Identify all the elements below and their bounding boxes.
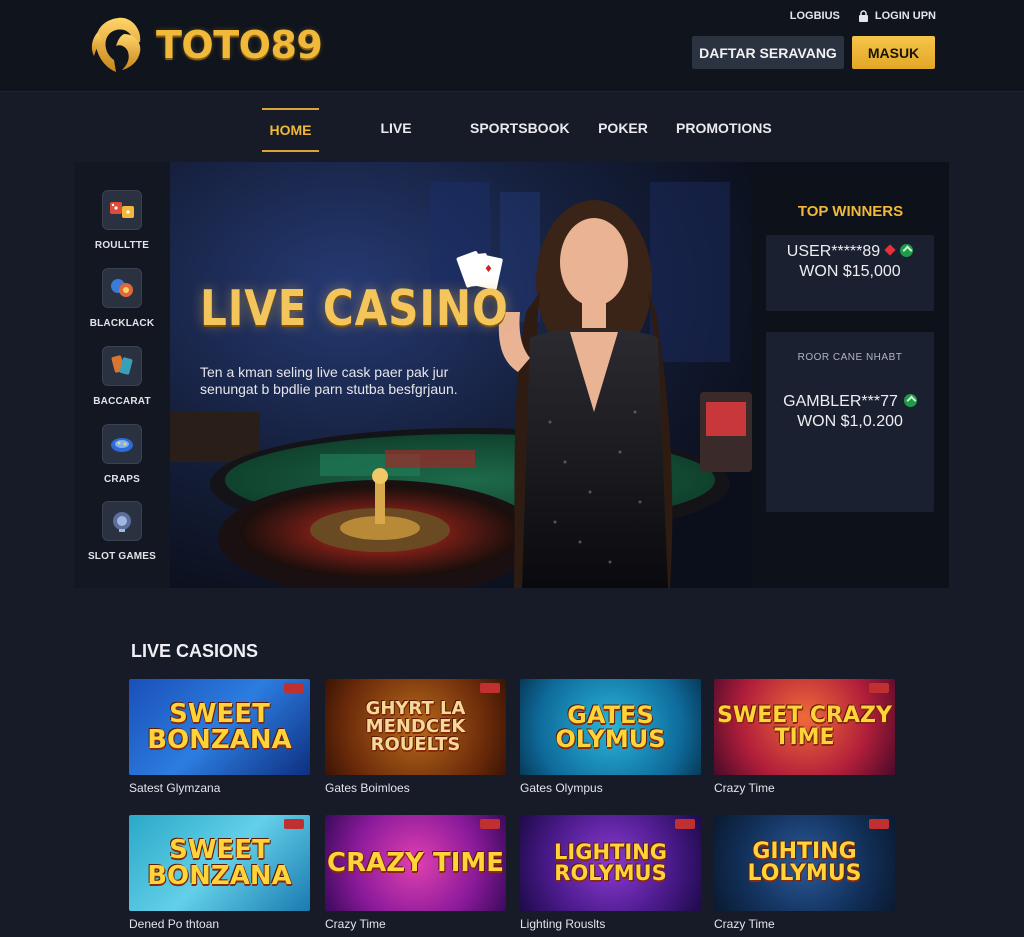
category-label: SLOT GAMES [87,551,157,562]
top-link-login[interactable]: LOGIN UPN [858,10,936,22]
game-label: Satest Glymzana [129,781,221,795]
winner-card-subtitle: ROOR CANE NHABT [797,352,903,363]
craps-table-icon [102,424,142,464]
brand-logo[interactable]: TOTO89 [88,12,323,78]
game-label: Gates Olympus [520,781,603,795]
game-label: Crazy Time [714,781,775,795]
game-art-title: GIHTING LOLYMUS [747,839,862,886]
coin-icon [903,394,917,407]
nav-sportsbook[interactable]: SPORTSBOOK [470,108,570,152]
game-thumbnail: LIGHTING ROLYMUS [520,815,701,911]
winner-amount: WON $15,000 [799,263,901,280]
game-thumbnail: SWEET BONZANA [129,679,310,775]
svg-text:♦: ♦ [484,264,493,275]
game-label: Crazy Time [714,917,775,931]
winner-username: GAMBLER***77 [783,393,898,410]
brand-name: TOTO89 [156,23,323,67]
badge-icon [284,819,304,829]
game-thumbnail: GATES OLYMUS [520,679,701,775]
game-thumbnail: SWEET BONZANA [129,815,310,911]
category-label: CRAPS [103,474,140,485]
banner-description: Ten a kman seling live cask paer pak jur… [200,364,490,398]
winner-card: USER*****89 WON $15,000 [766,235,934,311]
banner-title: LIVE CASINO [200,280,509,337]
category-baccarat[interactable]: BACCARAT [74,346,170,407]
category-roulette[interactable]: ROULLTTE [74,190,170,251]
game-card[interactable]: CRAZY TIME Crazy Time [325,815,506,931]
game-card[interactable]: SWEET BONZANA Satest Glymzana [129,679,310,795]
game-art-title: GHYRT LA MENDCEK ROUELTS [365,698,466,755]
winner-card: ROOR CANE NHABT GAMBLER***77 WON $1,0.20… [766,332,934,512]
diamond-icon [884,244,896,256]
badge-icon [675,819,695,829]
game-thumbnail: CRAZY TIME [325,815,506,911]
badge-icon [869,819,889,829]
nav-promotions[interactable]: PROMOTIONS [676,108,772,152]
category-sidebar: ROULLTTE BLACKLACK BACCARAT CRAPS SLOT G… [74,162,170,588]
top-links: LOGBIUS LOGIN UPN [790,10,936,22]
game-label: Lighting Rouslts [520,917,606,931]
chips-icon [102,268,142,308]
category-label: BLACKLACK [89,318,155,329]
category-slot-games[interactable]: SLOT GAMES [74,501,170,562]
nav-live-casino[interactable]: LIVE CASINO [352,108,440,176]
game-card[interactable]: SWEET CRAZY TIME Crazy Time [714,679,895,795]
winner-username: USER*****89 [786,243,881,260]
banner-description-line: Ten a kman seling live cask paer pak jur [200,364,449,380]
section-title: LIVE CASIONS [131,641,259,661]
badge-icon [480,819,500,829]
game-art-title: CRAZY TIME [327,848,504,878]
game-label: Gates Boimloes [325,781,410,795]
badge-icon [869,683,889,693]
lock-icon [858,10,868,22]
banner-description-line: senungat b bpdlie parn stutba besfgrjaun… [200,381,458,397]
winner-user: GAMBLER***77 [766,393,934,411]
badge-icon [284,683,304,693]
game-card[interactable]: GATES OLYMUS Gates Olympus [520,679,701,795]
game-thumbnail: GIHTING LOLYMUS [714,815,895,911]
top-link-label: LOGIN UPN [874,10,936,22]
winner-user: USER*****89 [766,243,934,261]
category-label: BACCARAT [93,396,151,407]
game-label: Crazy Time [325,917,386,931]
top-link-label: LOGBIUS [789,10,840,22]
game-card[interactable]: LIGHTING ROLYMUS Lighting Rouslts [520,815,701,931]
login-button[interactable]: MASUK [852,36,935,69]
top-header: TOTO89 LOGBIUS LOGIN UPN DAFTAR SERAVANG… [0,0,1024,92]
top-link-logbius[interactable]: LOGBIUS [790,10,840,22]
nav-poker[interactable]: POKER [596,108,650,152]
game-card[interactable]: GIHTING LOLYMUS Crazy Time [714,815,895,931]
winner-amount: WON $1,0.200 [797,413,903,430]
live-casino-banner[interactable]: ♦ LIVE CASINO Ten a kman seling live cas… [170,162,752,588]
game-art-title: SWEET BONZANA [147,699,292,755]
hero-section: ROULLTTE BLACKLACK BACCARAT CRAPS SLOT G… [74,162,949,588]
main-nav: HOME LIVE CASINO SPORTSBOOK POKER PROMOT… [0,108,1024,176]
dice-icon [102,190,142,230]
slot-machine-icon [102,501,142,541]
top-winners-panel: TOP WINNERS USER*****89 WON $15,000 ROOR… [752,162,949,588]
game-art-title: SWEET BONZANA [147,835,292,891]
nav-home[interactable]: HOME [262,108,319,152]
category-craps[interactable]: CRAPS [74,424,170,485]
game-thumbnail: GHYRT LA MENDCEK ROUELTS [325,679,506,775]
register-button[interactable]: DAFTAR SERAVANG [692,36,844,69]
category-blackjack[interactable]: BLACKLACK [74,268,170,329]
game-thumbnail: SWEET CRAZY TIME [714,679,895,775]
badge-icon [480,683,500,693]
game-label: Dened Po thtoan [129,917,220,931]
category-label: ROULLTTE [94,240,150,251]
coin-icon [900,244,914,257]
game-art-title: LIGHTING ROLYMUS [554,840,667,885]
cards-icon [102,346,142,386]
game-card[interactable]: SWEET BONZANA Dened Po thtoan [129,815,310,931]
lion-logo-icon [91,17,141,73]
game-art-title: GATES OLYMUS [555,701,666,753]
game-card[interactable]: GHYRT LA MENDCEK ROUELTS Gates Boimloes [325,679,506,795]
game-art-title: SWEET CRAZY TIME [717,703,892,750]
top-winners-title: TOP WINNERS [797,203,904,220]
